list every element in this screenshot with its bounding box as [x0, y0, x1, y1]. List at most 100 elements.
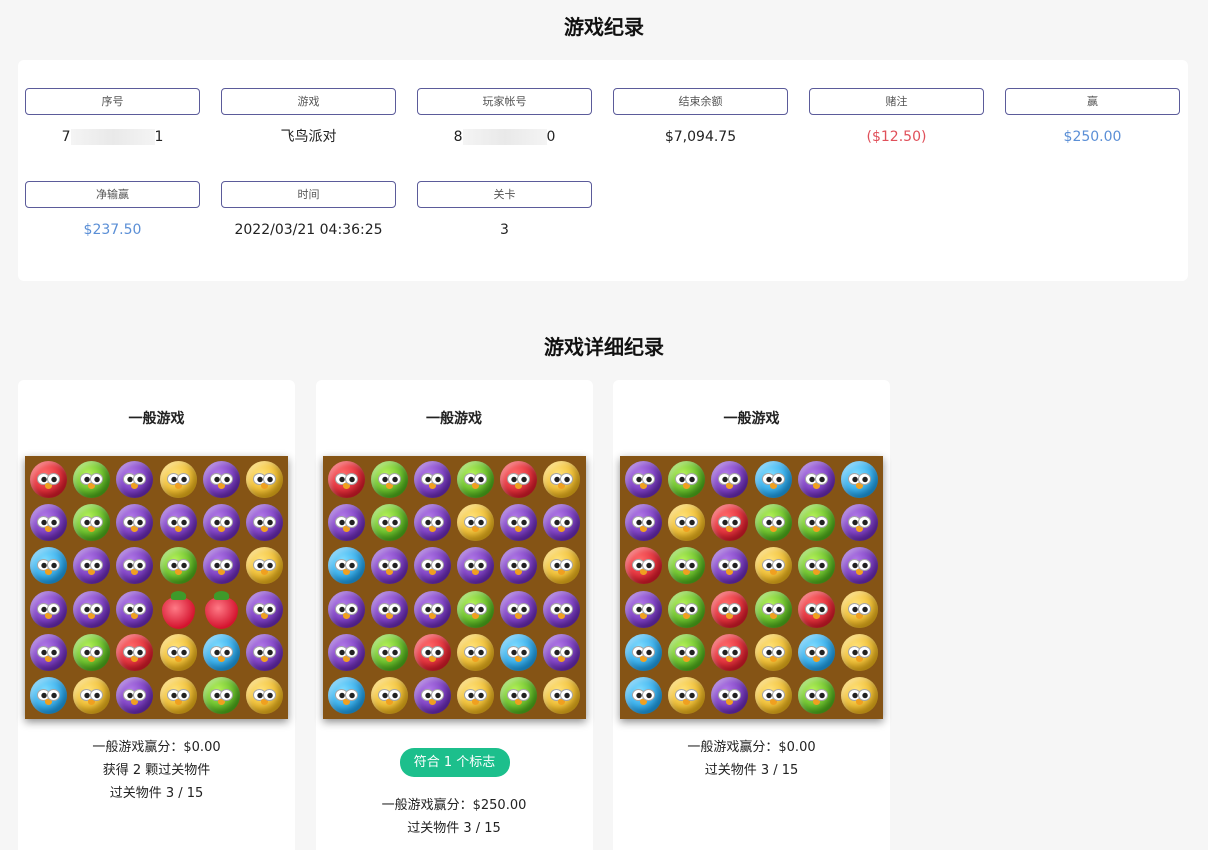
- green-bird-icon: [665, 458, 708, 501]
- field-value: 2022/03/21 04:36:25: [234, 222, 383, 238]
- red-bird-icon: [708, 631, 751, 674]
- round-result-line: 一般游戏赢分：$0.00: [92, 740, 221, 755]
- purple-bird-icon: [113, 544, 156, 587]
- blue-bird-icon: [27, 544, 70, 587]
- purple-bird-icon: [113, 458, 156, 501]
- green-bird-icon: [752, 501, 795, 544]
- green-bird-icon: [665, 544, 708, 587]
- purple-bird-icon: [454, 544, 497, 587]
- strawberry-icon: [157, 588, 200, 631]
- record-card: 序号 7 1 游戏 飞鸟派对 玩家帐号 8 0 结束余额 $7,094.75 赌注 ($12.50) 赢…: [18, 60, 1188, 281]
- field-label: 序号: [25, 88, 200, 115]
- purple-bird-icon: [708, 544, 751, 587]
- field-level: 关卡 3: [417, 181, 592, 239]
- field-label: 净输赢: [25, 181, 200, 208]
- green-bird-icon: [795, 501, 838, 544]
- detail-title: 游戏详细纪录: [544, 335, 664, 359]
- yellow-bird-icon: [454, 674, 497, 717]
- yellow-bird-icon: [157, 674, 200, 717]
- field-player-account: 玩家帐号 8 0: [417, 88, 592, 146]
- green-bird-icon: [157, 544, 200, 587]
- green-bird-icon: [368, 631, 411, 674]
- yellow-bird-icon: [70, 674, 113, 717]
- round-result-line: 一般游戏赢分：$0.00: [687, 740, 816, 755]
- blue-bird-icon: [838, 458, 881, 501]
- field-value: $250.00: [1063, 129, 1122, 145]
- green-bird-icon: [665, 588, 708, 631]
- purple-bird-icon: [243, 631, 286, 674]
- round-result-line: 获得 2 颗过关物件: [102, 763, 211, 778]
- field-label: 赢: [1005, 88, 1180, 115]
- value-prefix: 7: [61, 129, 71, 145]
- purple-bird-icon: [368, 544, 411, 587]
- field-value: $237.50: [83, 222, 142, 238]
- field-value: 3: [500, 222, 509, 238]
- blue-bird-icon: [200, 631, 243, 674]
- field-value: $7,094.75: [664, 129, 737, 145]
- purple-bird-icon: [243, 501, 286, 544]
- strawberry-icon: [200, 588, 243, 631]
- field-label: 时间: [221, 181, 396, 208]
- yellow-bird-icon: [540, 544, 583, 587]
- blue-bird-icon: [325, 544, 368, 587]
- yellow-bird-icon: [665, 501, 708, 544]
- field-serial-no: 序号 7 1: [25, 88, 200, 146]
- yellow-bird-icon: [665, 674, 708, 717]
- green-bird-icon: [368, 458, 411, 501]
- yellow-bird-icon: [838, 631, 881, 674]
- match-badge: 符合 1 个标志: [399, 748, 510, 777]
- purple-bird-icon: [70, 544, 113, 587]
- field-end-balance: 结束余额 $7,094.75: [613, 88, 788, 146]
- blue-bird-icon: [325, 674, 368, 717]
- purple-bird-icon: [708, 674, 751, 717]
- red-bird-icon: [27, 458, 70, 501]
- green-bird-icon: [497, 674, 540, 717]
- purple-bird-icon: [540, 631, 583, 674]
- green-bird-icon: [752, 588, 795, 631]
- field-value: 71: [25, 128, 200, 146]
- red-bird-icon: [113, 631, 156, 674]
- game-board: [25, 456, 288, 719]
- purple-bird-icon: [113, 674, 156, 717]
- purple-bird-icon: [411, 674, 454, 717]
- green-bird-icon: [665, 631, 708, 674]
- purple-bird-icon: [368, 588, 411, 631]
- purple-bird-icon: [70, 588, 113, 631]
- field-win: 赢 $250.00: [1005, 88, 1180, 146]
- field-value: 飞鸟派对: [280, 129, 337, 145]
- yellow-bird-icon: [540, 674, 583, 717]
- purple-bird-icon: [157, 501, 200, 544]
- yellow-bird-icon: [157, 458, 200, 501]
- yellow-bird-icon: [838, 674, 881, 717]
- redaction-block: [462, 129, 547, 145]
- purple-bird-icon: [243, 588, 286, 631]
- field-value: 80: [417, 128, 592, 146]
- red-bird-icon: [708, 501, 751, 544]
- green-bird-icon: [454, 588, 497, 631]
- round-card: 一般游戏 一般游戏赢分：$0.00 获得 2 颗过关物件 过关物件 3 / 15: [18, 380, 295, 850]
- purple-bird-icon: [113, 588, 156, 631]
- green-bird-icon: [200, 674, 243, 717]
- yellow-bird-icon: [157, 631, 200, 674]
- blue-bird-icon: [622, 631, 665, 674]
- green-bird-icon: [70, 501, 113, 544]
- blue-bird-icon: [622, 674, 665, 717]
- purple-bird-icon: [200, 501, 243, 544]
- round-title: 一般游戏: [426, 411, 482, 427]
- yellow-bird-icon: [368, 674, 411, 717]
- field-game: 游戏 飞鸟派对: [221, 88, 396, 146]
- blue-bird-icon: [795, 631, 838, 674]
- yellow-bird-icon: [540, 458, 583, 501]
- purple-bird-icon: [411, 544, 454, 587]
- red-bird-icon: [795, 588, 838, 631]
- purple-bird-icon: [795, 458, 838, 501]
- purple-bird-icon: [27, 501, 70, 544]
- green-bird-icon: [70, 458, 113, 501]
- green-bird-icon: [795, 544, 838, 587]
- round-card: 一般游戏 符合 1 个标志 一般游戏赢分：$250.00 过关物件 3 / 15: [315, 380, 593, 850]
- purple-bird-icon: [540, 501, 583, 544]
- yellow-bird-icon: [838, 588, 881, 631]
- green-bird-icon: [368, 501, 411, 544]
- purple-bird-icon: [838, 544, 881, 587]
- field-label: 赌注: [809, 88, 984, 115]
